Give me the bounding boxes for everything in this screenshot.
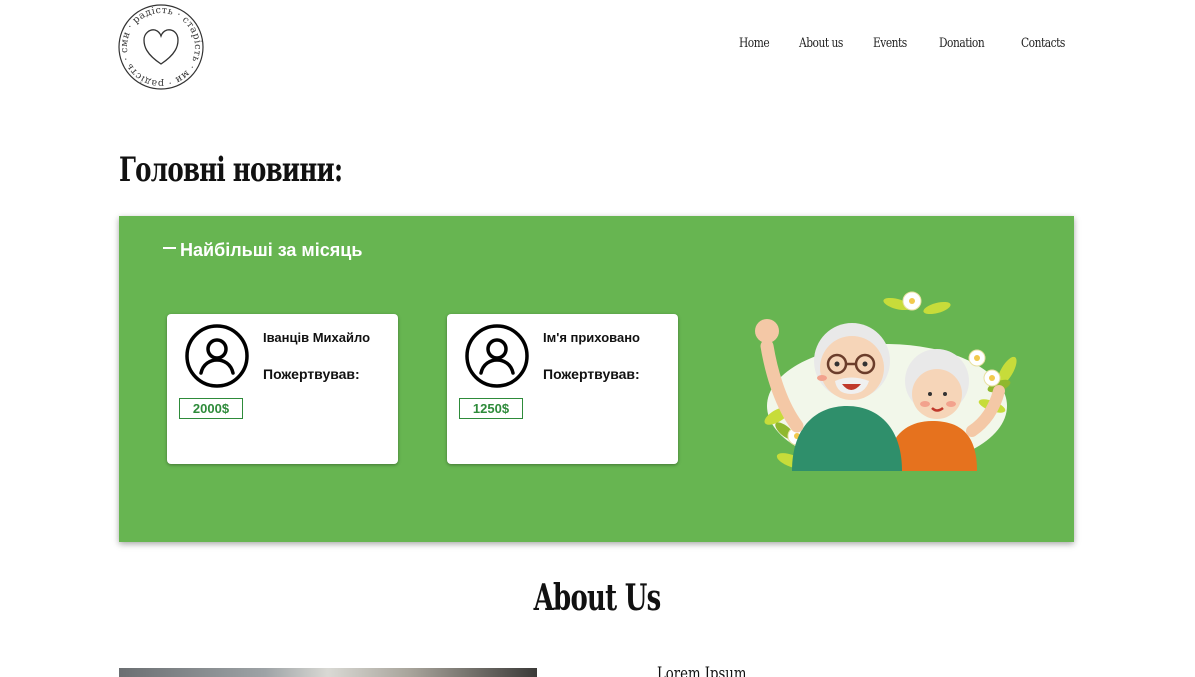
top-donors-panel: Найбільші за місяць Іванців Михайло Поже…	[119, 216, 1074, 542]
nav-events[interactable]: Events	[873, 36, 907, 51]
dash-icon	[163, 247, 176, 250]
donated-label: Пожертвував:	[263, 366, 360, 382]
donor-card[interactable]: Іванців Михайло Пожертвував: 2000$	[167, 314, 398, 464]
about-subtitle: Lorem Ipsum	[657, 664, 747, 677]
nav-home[interactable]: Home	[739, 36, 770, 51]
panel-heading: Найбільші за місяць	[163, 240, 362, 261]
panel-heading-text: Найбільші за місяць	[180, 240, 363, 260]
about-us-title: About Us	[0, 577, 1195, 619]
page-title: Головні новини:	[119, 150, 343, 190]
donated-label: Пожертвував:	[543, 366, 640, 382]
nav-donation[interactable]: Donation	[939, 36, 985, 51]
elderly-couple-illustration	[755, 291, 1017, 471]
donor-name: Ім'я приховано	[543, 330, 640, 345]
donation-amount: 2000$	[179, 398, 243, 419]
user-icon	[465, 324, 529, 388]
main-nav: Home About us Events Donation Contacts	[0, 36, 1195, 56]
donation-amount: 1250$	[459, 398, 523, 419]
user-icon	[185, 324, 249, 388]
nav-about-us[interactable]: About us	[799, 36, 843, 51]
donor-name: Іванців Михайло	[263, 330, 371, 345]
nav-contacts[interactable]: Contacts	[1021, 36, 1065, 51]
about-us-title-text: About Us	[534, 577, 662, 619]
donor-card[interactable]: Ім'я приховано Пожертвував: 1250$	[447, 314, 678, 464]
about-photo	[119, 668, 537, 677]
